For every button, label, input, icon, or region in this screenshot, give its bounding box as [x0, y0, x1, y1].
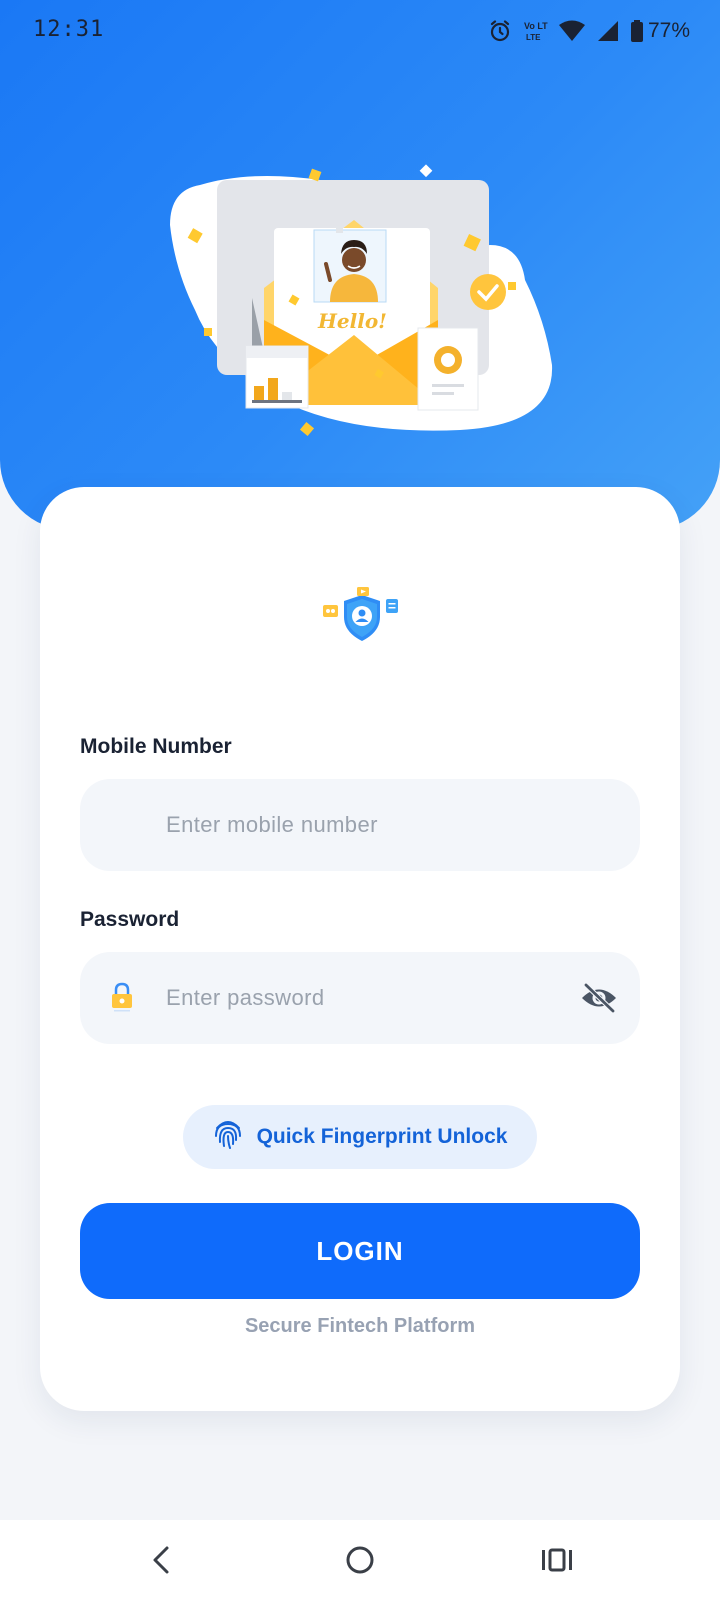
- system-nav-bar: [0, 1520, 720, 1600]
- fingerprint-unlock-button[interactable]: Quick Fingerprint Unlock: [183, 1105, 537, 1169]
- status-time: 12:31: [33, 17, 105, 42]
- password-input[interactable]: [166, 952, 546, 1044]
- status-icons: Vo LTE LTE 77%: [488, 16, 690, 46]
- alarm-icon: [488, 19, 512, 43]
- back-icon[interactable]: [141, 1542, 181, 1578]
- lock-icon: [110, 982, 134, 1017]
- fingerprint-label: Quick Fingerprint Unlock: [256, 1125, 508, 1148]
- login-button[interactable]: LOGIN: [80, 1203, 640, 1299]
- eye-off-icon[interactable]: [580, 982, 618, 1019]
- mobile-label: Mobile Number: [80, 735, 232, 758]
- password-label: Password: [80, 908, 180, 931]
- svg-text:Hello!: Hello!: [317, 309, 387, 333]
- home-icon[interactable]: [340, 1542, 380, 1578]
- svg-text:Vo LTE: Vo LTE: [524, 21, 548, 31]
- wifi-icon: [558, 19, 586, 43]
- recents-icon[interactable]: [537, 1542, 577, 1578]
- shield-user-logo: [318, 587, 406, 647]
- volte-icon: Vo LTE LTE: [522, 19, 548, 43]
- password-field[interactable]: [80, 952, 640, 1044]
- battery-icon: [630, 19, 644, 43]
- svg-text:LTE: LTE: [526, 33, 541, 42]
- fingerprint-icon: [213, 1118, 243, 1156]
- battery-percent: 77%: [647, 19, 690, 42]
- platform-tagline: Secure Fintech Platform: [244, 1315, 476, 1337]
- status-bar: 12:31 Vo LTE LTE: [0, 0, 720, 62]
- mobile-field[interactable]: [80, 779, 640, 871]
- mobile-input[interactable]: [166, 779, 546, 871]
- signal-icon: [596, 19, 620, 43]
- hero-illustration: Hello!: [160, 160, 570, 450]
- login-card: Mobile Number Password: [40, 487, 680, 1411]
